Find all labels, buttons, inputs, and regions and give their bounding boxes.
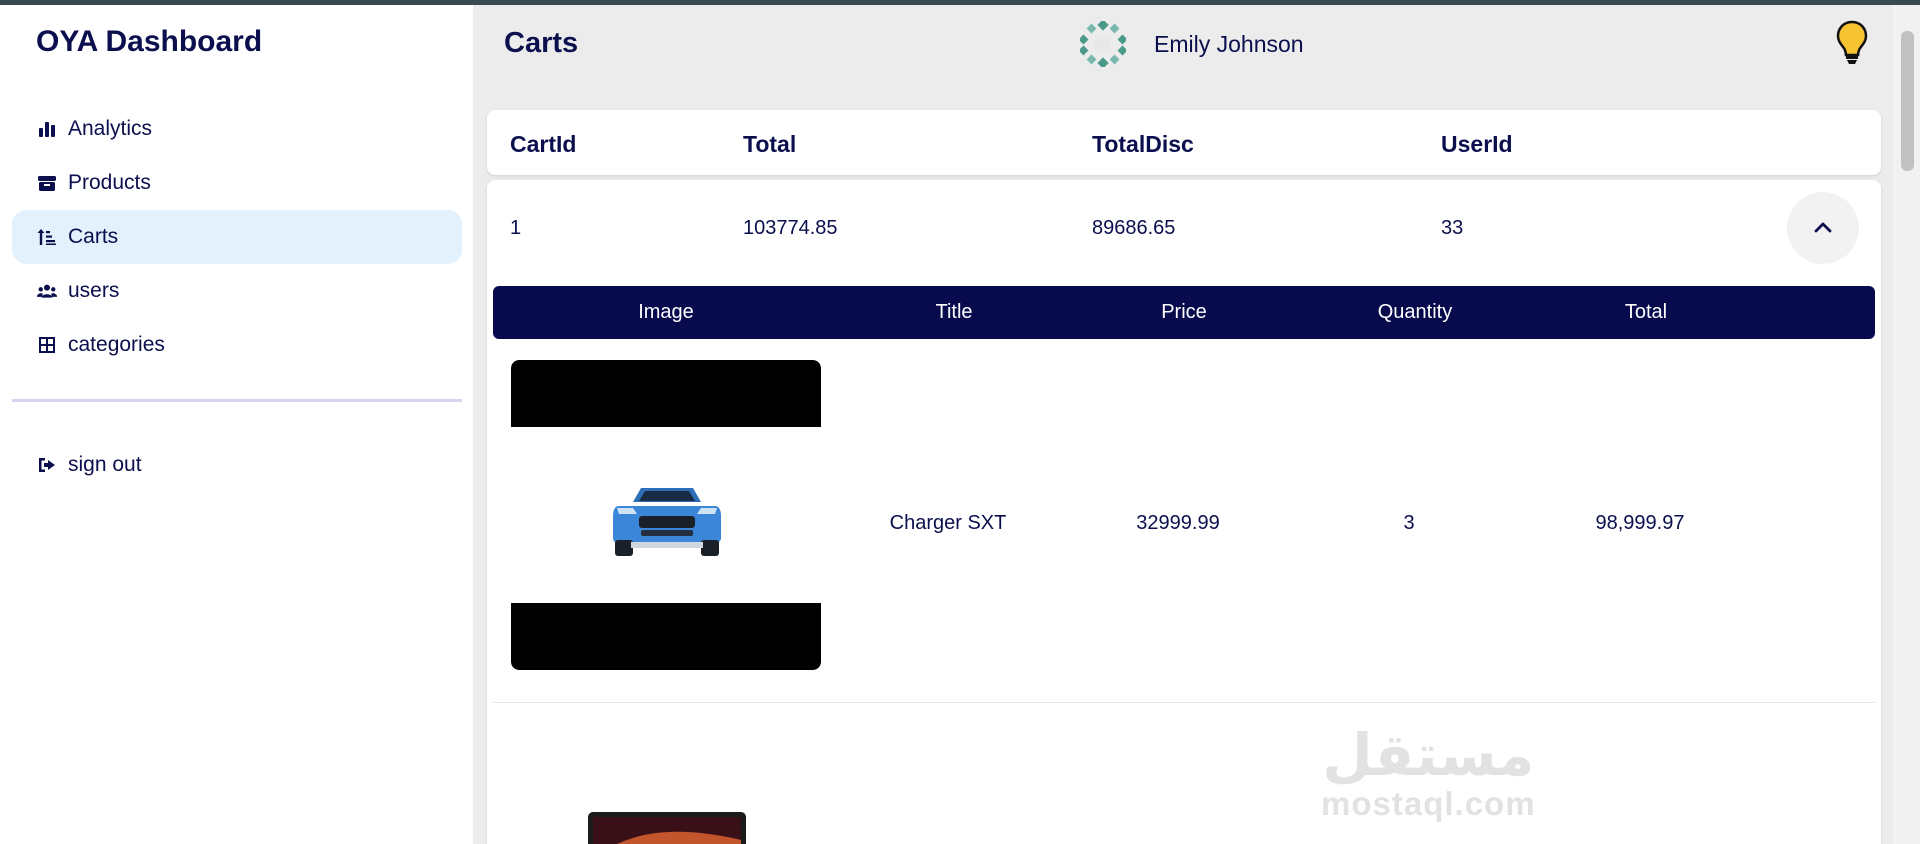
laptop-image: [588, 812, 746, 844]
main-content: Carts Emily Johnson CartId Total TotalDi…: [473, 5, 1893, 844]
vertical-scrollbar[interactable]: [1893, 5, 1920, 844]
user-name: Emily Johnson: [1154, 30, 1304, 57]
cell-quantity: 3: [1403, 512, 1415, 534]
users-icon: [36, 280, 58, 302]
lightbulb-icon[interactable]: [1836, 20, 1868, 66]
cell-cartid: 1: [510, 217, 522, 239]
cell-userid: 33: [1441, 217, 1464, 239]
column-header-title: Title: [935, 301, 973, 323]
watermark-latin: mostaql.com: [1321, 785, 1536, 822]
column-header-price: Price: [1161, 301, 1207, 323]
cell-title: Charger SXT: [889, 512, 1007, 534]
cell-totaldisc: 89686.65: [1092, 217, 1176, 239]
column-header-cartid[interactable]: CartId: [510, 131, 576, 158]
collapse-row-button[interactable]: [1787, 192, 1859, 264]
sidebar-item-products[interactable]: Products: [12, 156, 462, 210]
watermark: مستقل mostaql.com: [1321, 725, 1536, 823]
image-letterbox-top: [511, 360, 821, 427]
image-letterbox-bottom: [511, 603, 821, 670]
column-header-product-total: Total: [1624, 301, 1668, 323]
sort-icon: [36, 226, 58, 248]
product-image: [511, 360, 821, 670]
sidebar-item-label: users: [68, 279, 120, 302]
row-divider: [493, 702, 1875, 703]
column-header-totaldisc[interactable]: TotalDisc: [1092, 131, 1194, 158]
sidebar-nav: Analytics Products Carts users categorie…: [12, 102, 462, 372]
cell-total: 103774.85: [743, 217, 838, 239]
sidebar-item-label: categories: [68, 333, 165, 356]
sidebar-item-users[interactable]: users: [12, 264, 462, 318]
box-icon: [36, 172, 58, 194]
products-table-header: Image Title Price Quantity Total: [493, 286, 1875, 339]
user-profile[interactable]: Emily Johnson: [1080, 21, 1304, 67]
car-image: [613, 488, 721, 556]
sign-out-label: sign out: [68, 453, 142, 476]
column-header-total[interactable]: Total: [743, 131, 796, 158]
bar-chart-icon: [36, 118, 58, 140]
cell-product-total: 98,999.97: [1595, 512, 1685, 534]
carts-table-header: CartId Total TotalDisc UserId: [487, 110, 1881, 175]
sidebar-item-categories[interactable]: categories: [12, 318, 462, 372]
scrollbar-thumb[interactable]: [1901, 31, 1914, 171]
grid-icon: [36, 334, 58, 356]
sidebar-item-label: Analytics: [68, 117, 153, 140]
sidebar: OYA Dashboard Analytics Products Carts u…: [0, 5, 473, 844]
column-header-quantity: Quantity: [1377, 301, 1453, 323]
sidebar-item-carts[interactable]: Carts: [12, 210, 462, 264]
sign-out-icon: [36, 454, 58, 476]
sidebar-item-analytics[interactable]: Analytics: [12, 102, 462, 156]
column-header-image: Image: [638, 301, 694, 323]
avatar: [1080, 21, 1126, 67]
sidebar-divider: [12, 399, 462, 402]
column-header-userid[interactable]: UserId: [1441, 131, 1513, 158]
watermark-arabic: مستقل: [1322, 721, 1535, 789]
cell-price: 32999.99: [1136, 512, 1220, 534]
sidebar-item-label: Products: [68, 171, 151, 194]
chevron-up-icon: [1814, 222, 1832, 233]
table-row: 1 103774.85 89686.65 33 Image Title Pric…: [487, 180, 1881, 844]
sidebar-item-label: Carts: [68, 225, 119, 248]
signout-section: sign out: [12, 438, 462, 492]
page-title: Carts: [504, 27, 579, 59]
brand-title: OYA Dashboard: [36, 25, 263, 58]
sign-out-button[interactable]: sign out: [12, 438, 462, 492]
